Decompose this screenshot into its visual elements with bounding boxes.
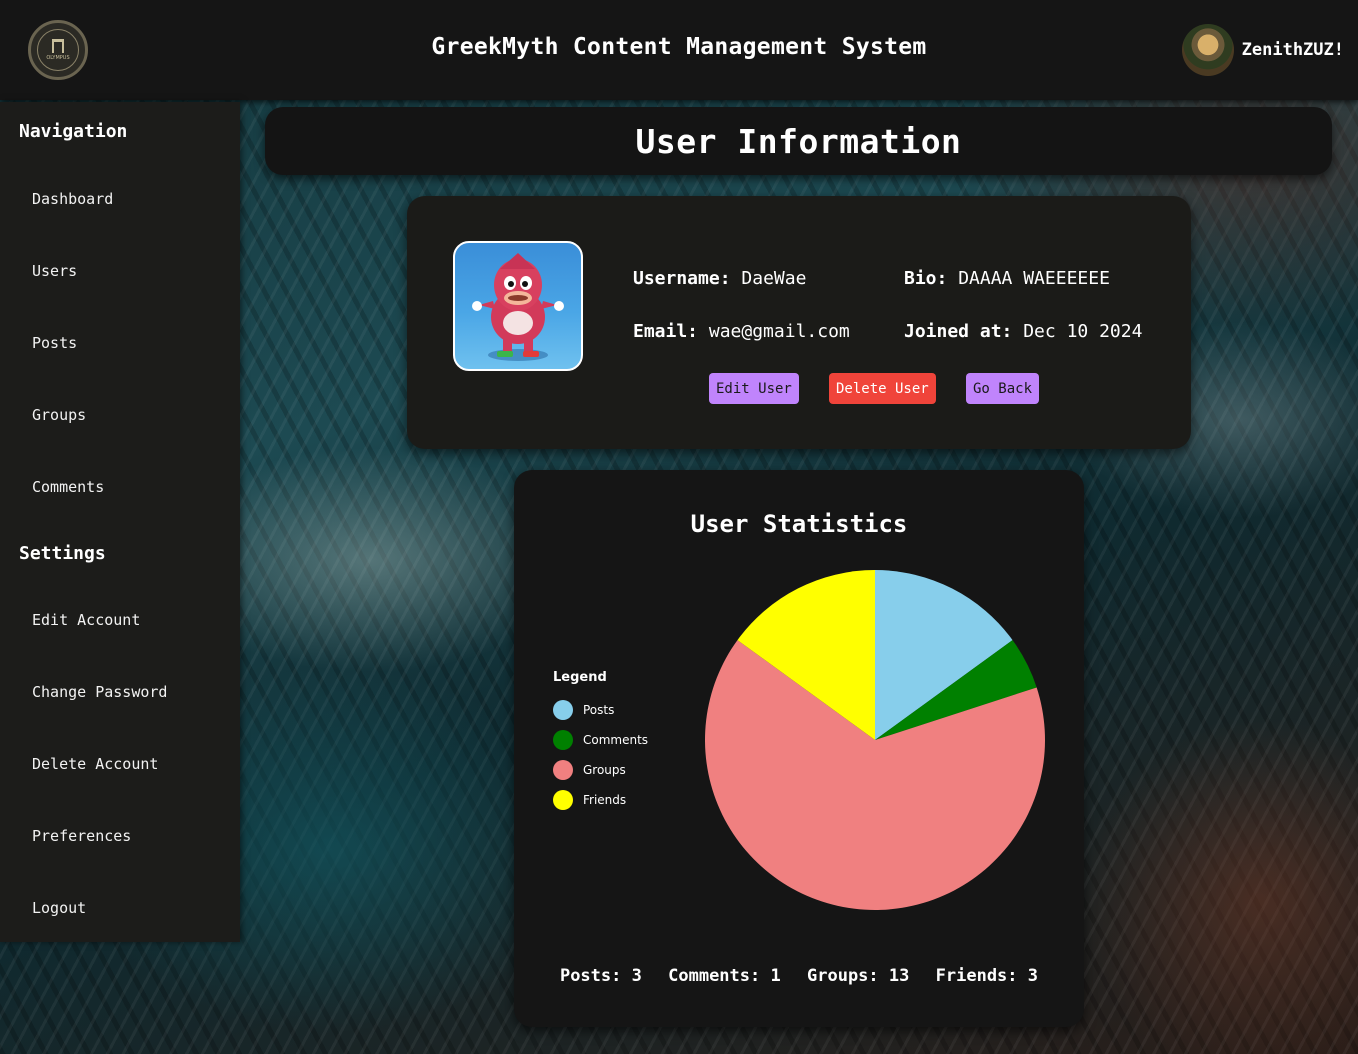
sidebar: Navigation Dashboard Users Posts Groups …: [0, 102, 240, 942]
username-value: DaeWae: [741, 268, 807, 289]
legend-item-friends[interactable]: Friends: [553, 785, 648, 815]
profile-character-image: [472, 253, 564, 361]
total-groups: Groups: 13: [807, 966, 910, 986]
user-name[interactable]: ZenithZUZ!: [1242, 40, 1344, 60]
sidebar-item-preferences[interactable]: Preferences: [32, 827, 131, 845]
sidebar-item-users[interactable]: Users: [32, 262, 77, 280]
joined-field: Joined at: Dec 10 2024: [904, 321, 1142, 342]
legend-label: Groups: [583, 763, 626, 777]
email-label: Email:: [633, 321, 699, 342]
avatar[interactable]: [1181, 24, 1234, 76]
bio-field: Bio: DAAAA WAEEEEEE: [904, 268, 1110, 289]
app-title: GreekMyth Content Management System: [431, 34, 927, 60]
email-value: wae@gmail.com: [708, 321, 850, 342]
sidebar-item-logout[interactable]: Logout: [32, 899, 86, 917]
total-posts: Posts: 3: [559, 966, 642, 986]
username-field: Username: DaeWae: [633, 268, 806, 289]
legend-swatch: [553, 730, 573, 750]
bio-label: Bio:: [904, 268, 948, 289]
pie-chart: [705, 570, 1045, 910]
legend-swatch: [553, 760, 573, 780]
joined-label: Joined at:: [904, 321, 1013, 342]
user-menu[interactable]: ZenithZUZ!: [1181, 24, 1344, 76]
delete-user-button[interactable]: Delete User: [829, 373, 936, 404]
page-title: User Information: [635, 121, 962, 161]
total-friends: Friends: 3: [935, 966, 1039, 986]
sidebar-heading-settings: Settings: [19, 543, 106, 564]
sidebar-item-groups[interactable]: Groups: [32, 406, 86, 424]
sidebar-item-comments[interactable]: Comments: [32, 478, 104, 496]
profile-picture: [453, 241, 583, 371]
stats-title: User Statistics: [690, 510, 908, 538]
legend-label: Posts: [583, 703, 615, 717]
legend-label: Comments: [583, 733, 649, 747]
page-title-bar: User Information: [265, 107, 1332, 175]
sidebar-item-posts[interactable]: Posts: [32, 334, 77, 352]
user-info-card: Username: DaeWae Bio: DAAAA WAEEEEEE Ema…: [407, 196, 1191, 449]
sidebar-item-delete-account[interactable]: Delete Account: [32, 755, 158, 773]
legend-title: Legend: [553, 670, 607, 685]
legend-label: Friends: [583, 793, 627, 807]
username-label: Username:: [633, 268, 731, 289]
total-comments: Comments: 1: [668, 966, 781, 986]
go-back-button[interactable]: Go Back: [966, 373, 1040, 404]
sidebar-heading-navigation: Navigation: [19, 121, 128, 142]
edit-user-button[interactable]: Edit User: [709, 373, 799, 404]
legend-item-comments[interactable]: Comments: [553, 725, 648, 755]
app-header: OLYMPUS GreekMyth Content Management Sys…: [0, 0, 1358, 100]
chart-legend: Legend Posts Comments Groups Friends: [553, 670, 648, 815]
email-field: Email: wae@gmail.com: [633, 321, 850, 342]
legend-swatch: [553, 790, 573, 810]
joined-value: Dec 10 2024: [1023, 321, 1143, 342]
sidebar-item-edit-account[interactable]: Edit Account: [32, 611, 140, 629]
legend-item-posts[interactable]: Posts: [553, 695, 648, 725]
sidebar-item-dashboard[interactable]: Dashboard: [32, 190, 113, 208]
user-statistics-card: User Statistics Legend Posts Comments Grou…: [514, 470, 1084, 1027]
legend-swatch: [553, 700, 573, 720]
legend-item-groups[interactable]: Groups: [553, 755, 648, 785]
bio-value: DAAAA WAEEEEEE: [958, 268, 1110, 289]
stats-totals: Posts: 3 Comments: 1 Groups: 13 Friends:…: [514, 966, 1084, 986]
sidebar-item-change-password[interactable]: Change Password: [32, 683, 167, 701]
